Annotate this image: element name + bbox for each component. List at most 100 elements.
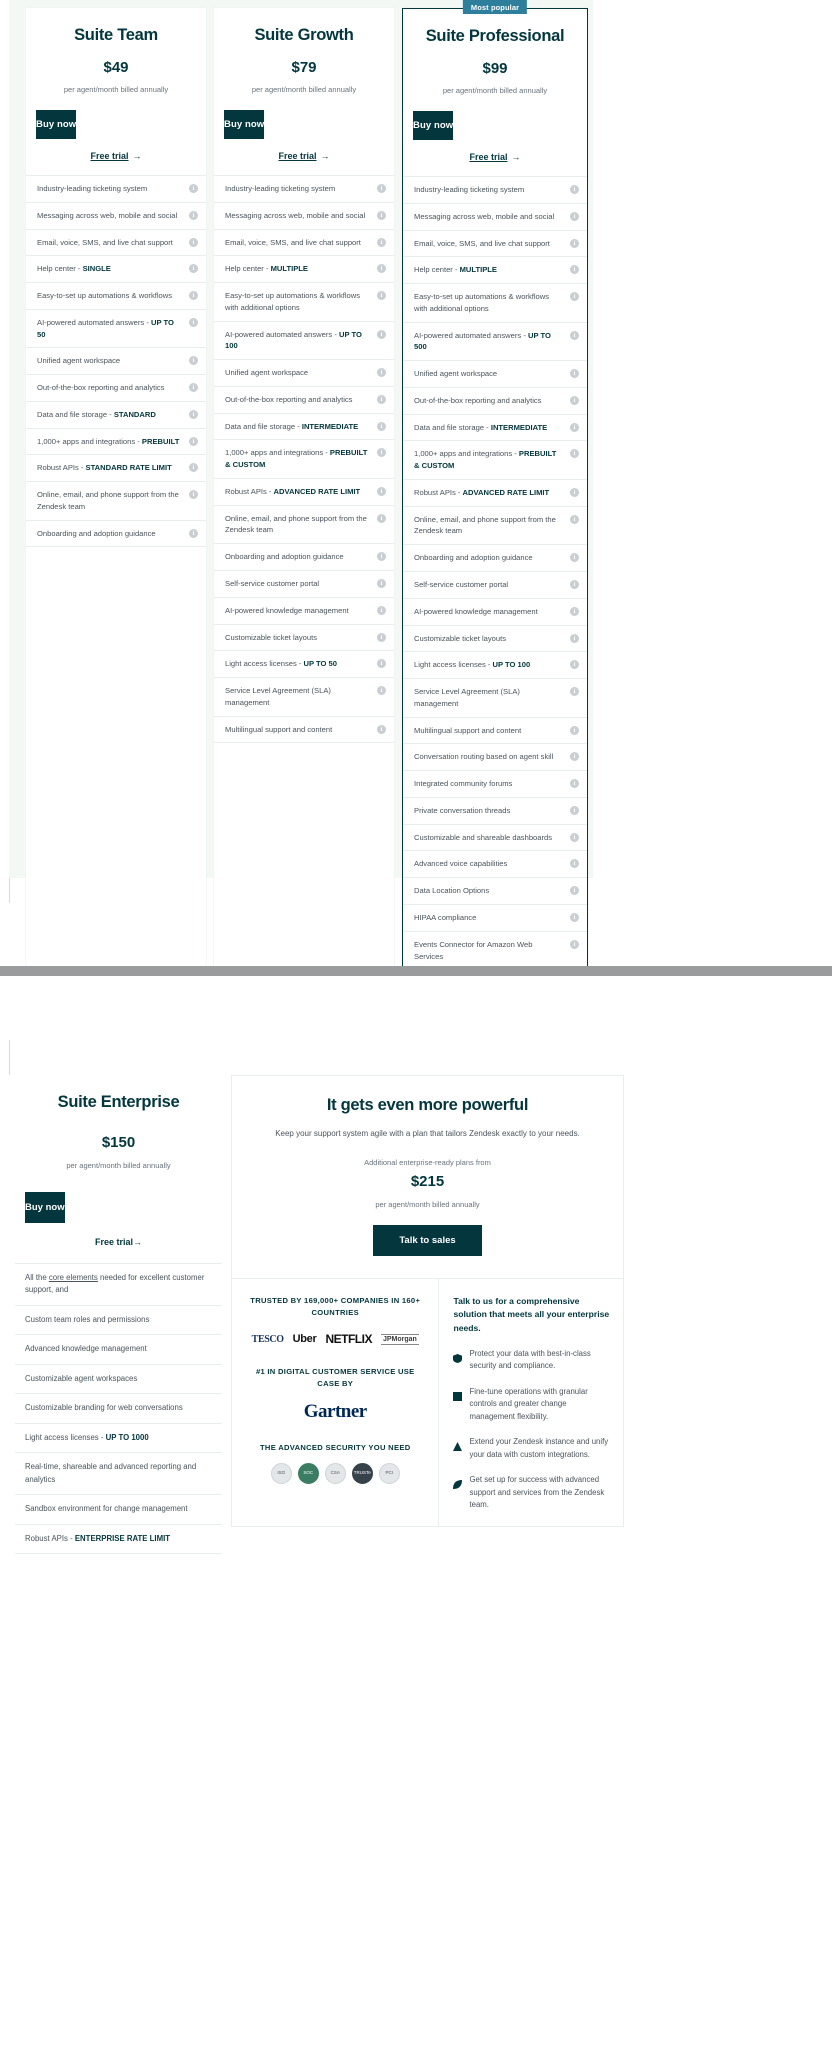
info-icon[interactable]: i <box>377 368 386 378</box>
info-icon[interactable]: i <box>377 264 386 274</box>
more-powerful-header: It gets even more powerful Keep your sup… <box>232 1076 623 1256</box>
enterprise-plan-name: Suite Enterprise <box>57 1093 180 1111</box>
most-popular-badge: Most popular <box>462 0 528 14</box>
feature-row: 1,000+ apps and integrations - PREBUILT … <box>214 440 394 479</box>
info-icon[interactable]: i <box>377 329 386 339</box>
free-trial-link[interactable]: Free trial → <box>214 151 394 161</box>
info-icon[interactable]: i <box>570 395 579 405</box>
info-icon[interactable]: i <box>570 606 579 616</box>
info-icon[interactable]: i <box>570 725 579 735</box>
info-icon[interactable]: i <box>377 421 386 431</box>
info-icon[interactable]: i <box>570 633 579 643</box>
info-icon[interactable]: i <box>377 184 386 193</box>
buy-now-button[interactable]: Buy now <box>36 110 77 139</box>
info-icon[interactable]: i <box>189 383 198 393</box>
benefits-title: Talk to us for a comprehensive solution … <box>453 1296 610 1333</box>
info-icon[interactable]: i <box>570 580 579 590</box>
enterprise-card-header: Suite Enterprise $150 per agent/month bi… <box>15 1075 222 1170</box>
feature-label: AI-powered knowledge management <box>414 606 538 616</box>
info-icon[interactable]: i <box>189 463 198 473</box>
info-icon[interactable]: i <box>570 238 579 248</box>
free-trial-link[interactable]: Free trial → <box>403 152 587 162</box>
info-icon[interactable]: i <box>377 686 386 696</box>
info-icon[interactable]: i <box>570 553 579 563</box>
feature-label: Light access licenses - UP TO 50 <box>225 659 338 669</box>
info-icon[interactable]: i <box>189 409 198 419</box>
info-icon[interactable]: i <box>570 292 579 302</box>
info-icon[interactable]: i <box>189 184 198 193</box>
info-icon[interactable]: i <box>570 752 579 762</box>
feature-row: Data and file storage - INTERMEDIATE i <box>214 414 394 441</box>
info-icon[interactable]: i <box>377 448 386 458</box>
info-icon[interactable]: i <box>377 632 386 642</box>
info-icon[interactable]: i <box>377 210 386 220</box>
info-icon[interactable]: i <box>570 265 579 275</box>
info-icon[interactable]: i <box>570 369 579 379</box>
plan-price: $99 <box>482 60 508 77</box>
shield-icon <box>453 1350 463 1363</box>
info-icon[interactable]: i <box>570 211 579 221</box>
enterprise-feature-list: All the core elements needed for excelle… <box>15 1263 222 1555</box>
feature-label: HIPAA compliance <box>414 912 477 922</box>
feature-row: Messaging across web, mobile and social i <box>403 204 587 231</box>
info-icon[interactable]: i <box>570 805 579 815</box>
feature-label: Messaging across web, mobile and social <box>414 211 555 221</box>
info-icon[interactable]: i <box>377 486 386 496</box>
info-icon[interactable]: i <box>570 939 579 949</box>
info-icon[interactable]: i <box>377 513 386 523</box>
info-icon[interactable]: i <box>377 237 386 247</box>
info-icon[interactable]: i <box>570 687 579 697</box>
info-icon[interactable]: i <box>570 912 579 922</box>
enterprise-free-trial-link[interactable]: Free trial→ <box>15 1237 222 1247</box>
enterprise-feature-row: Light access licenses - UP TO 1000 <box>15 1424 222 1454</box>
info-icon[interactable]: i <box>377 724 386 734</box>
enterprise-plus-billing-note: per agent/month billed annually <box>375 1200 480 1209</box>
info-icon[interactable]: i <box>570 449 579 459</box>
feature-row: Help center - MULTIPLE i <box>403 257 587 285</box>
info-icon[interactable]: i <box>377 291 386 301</box>
enterprise-feature-row: Real-time, shareable and advanced report… <box>15 1453 222 1496</box>
info-icon[interactable]: i <box>570 660 579 670</box>
benefit-item: Get set up for success with advanced sup… <box>453 1474 611 1511</box>
info-icon[interactable]: i <box>377 605 386 615</box>
info-icon[interactable]: i <box>570 832 579 842</box>
security-badge-icon: PCI <box>378 1462 400 1484</box>
buy-now-button[interactable]: Buy now <box>224 110 265 139</box>
info-icon[interactable]: i <box>189 436 198 446</box>
info-icon[interactable]: i <box>189 356 198 366</box>
info-icon[interactable]: i <box>377 394 386 404</box>
enterprise-buy-now-button[interactable]: Buy now <box>25 1192 65 1223</box>
info-icon[interactable]: i <box>570 422 579 432</box>
feature-label: Self-service customer portal <box>414 580 509 590</box>
info-icon[interactable]: i <box>189 291 198 301</box>
plan-name: Suite Team <box>74 26 158 44</box>
info-icon[interactable]: i <box>189 317 198 327</box>
talk-to-sales-button[interactable]: Talk to sales <box>373 1225 482 1256</box>
info-icon[interactable]: i <box>570 185 579 194</box>
feature-row: Out-of-the-box reporting and analytics i <box>403 388 587 415</box>
buy-now-button[interactable]: Buy now <box>413 111 454 140</box>
info-icon[interactable]: i <box>570 330 579 340</box>
feature-label: Customizable ticket layouts <box>414 633 507 643</box>
info-icon[interactable]: i <box>189 528 198 538</box>
info-icon[interactable]: i <box>189 490 198 500</box>
netflix-logo: NETFLIX <box>325 1332 372 1347</box>
info-icon[interactable]: i <box>570 514 579 524</box>
feature-row: AI-powered automated answers - UP TO 100… <box>214 322 394 361</box>
feature-label: Service Level Agreement (SLA) management <box>414 687 520 708</box>
info-icon[interactable]: i <box>377 659 386 669</box>
info-icon[interactable]: i <box>189 264 198 274</box>
info-icon[interactable]: i <box>570 487 579 497</box>
info-icon[interactable]: i <box>570 886 579 896</box>
info-icon[interactable]: i <box>189 210 198 220</box>
free-trial-link[interactable]: Free trial → <box>26 151 206 161</box>
info-icon[interactable]: i <box>570 859 579 869</box>
feature-row: Out-of-the-box reporting and analytics i <box>214 387 394 414</box>
info-icon[interactable]: i <box>377 579 386 589</box>
info-icon[interactable]: i <box>377 552 386 562</box>
info-icon[interactable]: i <box>189 237 198 247</box>
feature-row: Light access licenses - UP TO 100 i <box>403 652 587 680</box>
info-icon[interactable]: i <box>570 779 579 789</box>
feature-label: Light access licenses - UP TO 100 <box>414 660 531 670</box>
more-powerful-subtitle: Keep your support system agile with a pl… <box>275 1129 580 1138</box>
